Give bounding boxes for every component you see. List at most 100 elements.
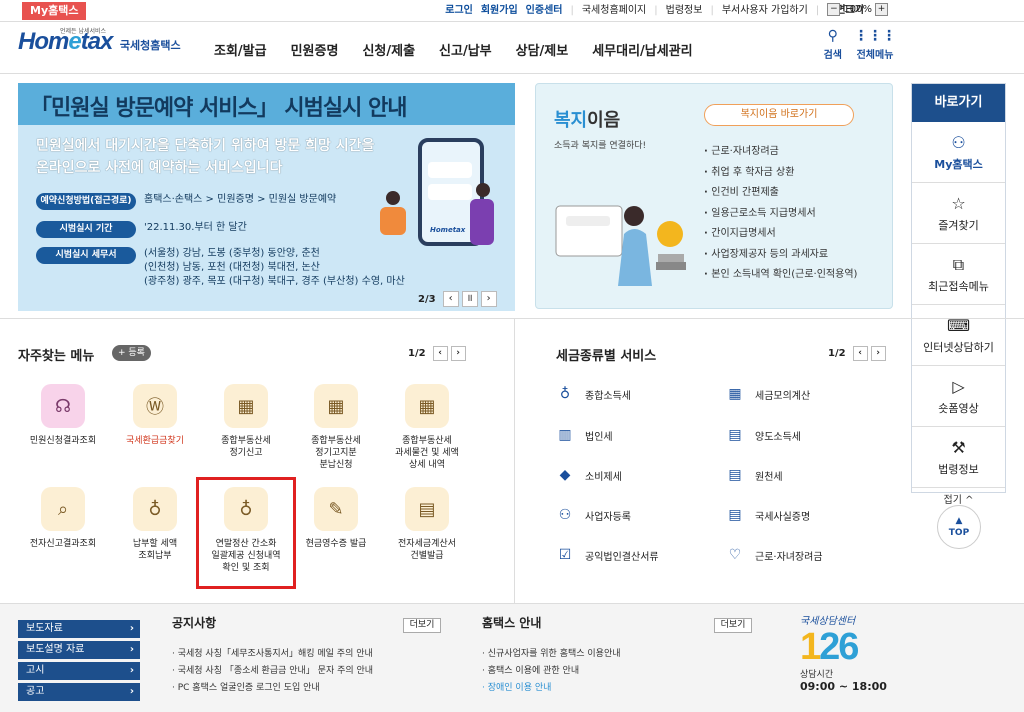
dept-user-signup-link[interactable]: 부서사용자 가입하기 — [722, 4, 808, 18]
prev-button[interactable]: ‹ — [432, 346, 448, 361]
menu-tax-agent[interactable]: 세무대리/납세관리 — [592, 40, 692, 59]
fav-label-line: 정기신고 — [229, 448, 263, 458]
fav-comprehensive-property-tax-report[interactable]: ▦ 종합부동산세 정기신고 — [206, 384, 286, 459]
welfare-shortcut-button[interactable]: 복지이음 바로가기 — [704, 104, 854, 126]
fav-cash-receipt[interactable]: ✎ 현금영수증 발급 — [296, 487, 376, 550]
screen-card — [428, 162, 472, 178]
next-button[interactable]: › — [480, 291, 497, 307]
add-favorite-button[interactable]: + 등록 — [112, 345, 151, 361]
fav-label-line: 종합부동산세 — [311, 436, 361, 446]
notice-more-button[interactable]: 더보기 — [403, 618, 441, 633]
zoom-in-button[interactable]: + — [875, 3, 888, 16]
zoom-control: − 100% + — [827, 3, 888, 16]
headset-icon: ☊ — [41, 384, 85, 428]
document-icon: ▤ — [728, 427, 742, 443]
all-menu-label: 전체메뉴 — [856, 50, 894, 61]
banner2-title: 복지이음 — [554, 106, 620, 132]
notice-item[interactable]: 국세청 사칭 「종소세 환급금 안내」 문자 주의 안내 — [172, 663, 373, 680]
header-tools: ⚲ 검색 ⋮⋮⋮ 전체메뉴 — [824, 28, 896, 61]
tax-fact-certificate[interactable]: ▤ 국세사실증명 — [725, 506, 810, 524]
row-value: '22.11.30.부터 한 달간 — [144, 222, 247, 233]
scroll-top-button[interactable]: ▲ TOP — [937, 505, 981, 549]
my-hometax-tab[interactable]: My홈택스 — [22, 2, 87, 20]
tax-simulation[interactable]: ▦ 세금모의계산 — [725, 385, 810, 403]
fav-tax-payment[interactable]: ♁ 납부할 세액 조회납부 — [115, 487, 195, 562]
tax-public-interest-corp[interactable]: ☑ 공익법인결산서류 — [555, 546, 659, 564]
guide-list: 신규사업자를 위한 홈택스 이용안내 홈택스 이용에 관한 안내 장애인 이용 … — [482, 646, 621, 697]
nts-home-link[interactable]: 국세청홈페이지 — [582, 4, 646, 18]
banner-description: 민원실에서 대기시간을 단축하기 위하여 방문 희망 시간을 온라인으로 사전에… — [36, 135, 396, 179]
fav-refund-search[interactable]: Ⓦ 국세환급금찾기 — [115, 384, 195, 447]
fav-property-tax-installment[interactable]: ▦ 종합부동산세 정기고지분 분납신청 — [296, 384, 376, 471]
notice-item[interactable]: PC 홈택스 얼굴인증 로그인 도입 안내 — [172, 680, 373, 697]
zoom-out-button[interactable]: − — [827, 3, 841, 16]
signup-link[interactable]: 회원가입 — [481, 4, 518, 18]
pause-button[interactable]: ॥ — [461, 291, 478, 307]
welfare-list-item[interactable]: 본인 소득내역 확인(근로·인적용역) — [704, 265, 857, 286]
tax-capital-gains[interactable]: ▤ 양도소득세 — [725, 426, 801, 444]
notification-link[interactable]: 고시 — [18, 662, 140, 680]
visit-reservation-banner[interactable]: 「민원실 방문예약 서비스」 시범실시 안내 민원실에서 대기시간을 단축하기 … — [18, 83, 515, 311]
menu-inquiry-issue[interactable]: 조회/발급 — [214, 40, 267, 59]
guide-item[interactable]: 신규사업자를 위한 홈택스 이용안내 — [482, 646, 621, 663]
welfare-list-item[interactable]: 근로·자녀장려금 — [704, 142, 857, 163]
notice-item[interactable]: 국세청 사칭「세무조사통지서」해킹 메일 주의 안내 — [172, 646, 373, 663]
fav-e-filing-result[interactable]: ⌕ 전자신고결과조회 — [23, 487, 103, 550]
fav-label: 종합부동산세 정기신고 — [221, 435, 271, 459]
welfare-list-item[interactable]: 간이지급명세서 — [704, 224, 857, 245]
office-line: (인천청) 남동, 포천 (대전청) 북대전, 논산 — [144, 262, 320, 273]
next-button[interactable]: › — [870, 346, 886, 361]
tax-global-income[interactable]: ♁ 종합소득세 — [555, 385, 631, 403]
all-menu-button[interactable]: ⋮⋮⋮ 전체메뉴 — [854, 28, 896, 61]
quick-short-video[interactable]: ▷ 숏폼영상 — [912, 366, 1005, 427]
zoom-level: 100% — [843, 4, 872, 15]
tax-corporate[interactable]: ▥ 법인세 — [555, 426, 613, 444]
law-info-link[interactable]: 법령정보 — [666, 4, 703, 18]
quick-my-hometax[interactable]: ⚇ My홈택스 — [912, 122, 1005, 183]
press-release-link[interactable]: 보도자료 — [18, 620, 140, 638]
welfare-list-item[interactable]: 일용근로소득 지급명세서 — [704, 204, 857, 225]
logo-subtitle: 국세청홈택스 — [119, 39, 181, 52]
welfare-list-item[interactable]: 사업장제공자 등의 과세자료 — [704, 245, 857, 266]
tax-business-registration[interactable]: ⚇ 사업자등록 — [555, 506, 631, 524]
guide-more-button[interactable]: 더보기 — [714, 618, 752, 633]
guide-item[interactable]: 홈택스 이용에 관한 안내 — [482, 663, 621, 680]
tax-earned-income-credit[interactable]: ♡ 근로·자녀장려금 — [725, 546, 823, 564]
quick-favorites[interactable]: ☆ 즐겨찾기 — [912, 183, 1005, 244]
tax-label: 법인세 — [585, 431, 613, 443]
prev-button[interactable]: ‹ — [442, 291, 459, 307]
tax-services-title: 세금종류별 서비스 — [556, 349, 657, 364]
announcement-link[interactable]: 공고 — [18, 683, 140, 701]
search-button[interactable]: ⚲ 검색 — [824, 28, 842, 61]
fav-label: 전자신고결과조회 — [29, 539, 97, 549]
quick-online-consult[interactable]: ⌨ 인터넷상담하기 — [912, 305, 1005, 366]
menu-consult-report[interactable]: 상담/제보 — [516, 40, 569, 59]
next-button[interactable]: › — [450, 346, 466, 361]
menu-apply-submit[interactable]: 신청/제출 — [362, 40, 415, 59]
quick-law-info[interactable]: ⚒ 법령정보 — [912, 427, 1005, 488]
tax-withholding[interactable]: ▤ 원천세 — [725, 466, 782, 484]
welfare-list-item[interactable]: 취업 후 학자금 상환 — [704, 163, 857, 184]
press-explanation-link[interactable]: 보도설명 자료 — [18, 641, 140, 659]
menu-report-pay[interactable]: 신고/납부 — [439, 40, 492, 59]
calendar-icon: ▦ — [314, 384, 358, 428]
number-part: 1 — [800, 626, 821, 668]
label-pill: 시범실시 세무서 — [36, 247, 136, 264]
fav-civil-result[interactable]: ☊ 민원신청결과조회 — [23, 384, 103, 447]
quick-recent-menu[interactable]: ⧉ 최근접속메뉴 — [912, 244, 1005, 305]
prev-button[interactable]: ‹ — [852, 346, 868, 361]
tax-consumption[interactable]: ◆ 소비제세 — [555, 466, 622, 484]
hometax-logo[interactable]: 언제든 납세서비스 Hometax 국세청홈택스 — [18, 28, 181, 68]
guide-item[interactable]: 장애인 이용 안내 — [482, 680, 621, 697]
person-illustration — [386, 191, 400, 205]
banner-desc-line: 민원실에서 대기시간을 단축하기 위하여 방문 희망 시간을 — [36, 138, 375, 154]
cert-center-link[interactable]: 인증센터 — [526, 4, 563, 18]
top-label: TOP — [948, 528, 970, 538]
banner-desc-line: 온라인으로 사전에 예약하는 서비스입니다 — [36, 160, 283, 176]
menu-civil-certificates[interactable]: 민원증명 — [291, 40, 339, 59]
login-link[interactable]: 로그인 — [445, 4, 473, 18]
fav-property-tax-details[interactable]: ▦ 종합부동산세 과세물건 및 세액 상세 내역 — [387, 384, 467, 471]
quick-links-title: 바로가기 — [912, 84, 1005, 122]
welfare-list-item[interactable]: 인건비 간편제출 — [704, 183, 857, 204]
fav-e-tax-invoice[interactable]: ▤ 전자세금계산서 건별발급 — [387, 487, 467, 562]
